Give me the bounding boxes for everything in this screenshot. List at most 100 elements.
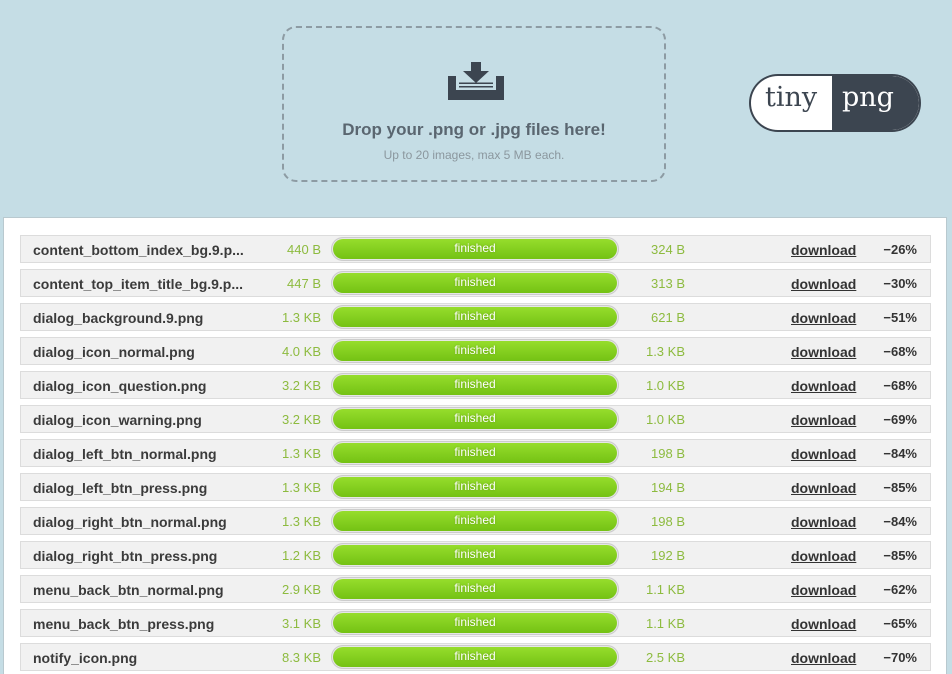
savings-percent: −26%	[883, 242, 917, 257]
original-size: 1.3 KB	[281, 446, 321, 461]
progress-status: finished	[454, 547, 496, 561]
original-size: 447 B	[287, 276, 321, 291]
file-row: dialog_left_btn_press.png 1.3 KB finishe…	[20, 473, 931, 501]
savings-percent: −30%	[883, 276, 917, 291]
progress-bar: finished	[331, 543, 619, 567]
download-link[interactable]: download	[791, 616, 856, 632]
compressed-size: 198 B	[651, 446, 685, 461]
file-row: menu_back_btn_normal.png 2.9 KB finished…	[20, 575, 931, 603]
file-row: menu_back_btn_press.png 3.1 KB finished …	[20, 609, 931, 637]
file-name: dialog_right_btn_normal.png	[33, 514, 227, 530]
progress-status: finished	[454, 581, 496, 595]
compressed-size: 313 B	[651, 276, 685, 291]
download-link[interactable]: download	[791, 378, 856, 394]
compressed-size: 1.0 KB	[645, 412, 685, 427]
file-name: notify_icon.png	[33, 650, 138, 666]
file-name: content_top_item_title_bg.9.p...	[33, 276, 244, 292]
savings-percent: −51%	[883, 310, 917, 325]
logo-png-text: png	[842, 82, 894, 113]
file-row: notify_icon.png 8.3 KB finished 2.5 KB d…	[20, 643, 931, 671]
progress-status: finished	[454, 479, 496, 493]
dropzone-subtitle: Up to 20 images, max 5 MB each.	[383, 148, 565, 162]
file-name: menu_back_btn_press.png	[33, 616, 215, 632]
original-size: 1.2 KB	[281, 548, 321, 563]
progress-status: finished	[454, 649, 496, 663]
savings-percent: −84%	[883, 514, 917, 529]
compressed-size: 1.1 KB	[645, 582, 685, 597]
upload-dropzone[interactable]: Drop your .png or .jpg files here! Up to…	[282, 26, 666, 182]
progress-status: finished	[454, 615, 496, 629]
progress-bar: finished	[331, 305, 619, 329]
file-row: content_bottom_index_bg.9.p... 440 B fin…	[20, 235, 931, 263]
file-row: dialog_background.9.png 1.3 KB finished …	[20, 303, 931, 331]
progress-bar: finished	[331, 577, 619, 601]
download-link[interactable]: download	[791, 480, 856, 496]
file-row: dialog_icon_question.png 3.2 KB finished…	[20, 371, 931, 399]
compressed-size: 194 B	[651, 480, 685, 495]
file-name: dialog_left_btn_press.png	[33, 480, 208, 496]
file-row: dialog_right_btn_normal.png 1.3 KB finis…	[20, 507, 931, 535]
original-size: 1.3 KB	[281, 310, 321, 325]
original-size: 440 B	[287, 242, 321, 257]
progress-bar: finished	[331, 237, 619, 261]
file-row: content_top_item_title_bg.9.p... 447 B f…	[20, 269, 931, 297]
original-size: 3.2 KB	[281, 378, 321, 393]
savings-percent: −68%	[883, 378, 917, 393]
logo-tiny-text: tiny	[765, 82, 818, 113]
original-size: 1.3 KB	[281, 514, 321, 529]
savings-percent: −68%	[883, 344, 917, 359]
progress-status: finished	[454, 343, 496, 357]
savings-percent: −84%	[883, 446, 917, 461]
progress-bar: finished	[331, 475, 619, 499]
download-link[interactable]: download	[791, 514, 856, 530]
download-link[interactable]: download	[791, 548, 856, 564]
file-name: dialog_icon_normal.png	[33, 344, 195, 360]
file-name: dialog_left_btn_normal.png	[33, 446, 217, 462]
compressed-size: 1.1 KB	[645, 616, 685, 631]
savings-percent: −85%	[883, 548, 917, 563]
progress-status: finished	[454, 513, 496, 527]
original-size: 8.3 KB	[281, 650, 321, 665]
compressed-size: 2.5 KB	[645, 650, 685, 665]
original-size: 1.3 KB	[281, 480, 321, 495]
savings-percent: −65%	[883, 616, 917, 631]
original-size: 4.0 KB	[281, 344, 321, 359]
file-row: dialog_icon_warning.png 3.2 KB finished …	[20, 405, 931, 433]
file-name: dialog_background.9.png	[33, 310, 204, 326]
download-link[interactable]: download	[791, 242, 856, 258]
compressed-size: 198 B	[651, 514, 685, 529]
savings-percent: −85%	[883, 480, 917, 495]
download-link[interactable]: download	[791, 582, 856, 598]
download-link[interactable]: download	[791, 412, 856, 428]
progress-bar: finished	[331, 645, 619, 669]
progress-bar: finished	[331, 611, 619, 635]
savings-percent: −62%	[883, 582, 917, 597]
file-name: dialog_icon_warning.png	[33, 412, 202, 428]
original-size: 2.9 KB	[281, 582, 321, 597]
progress-status: finished	[454, 241, 496, 255]
file-name: content_bottom_index_bg.9.p...	[33, 242, 244, 258]
progress-bar: finished	[331, 407, 619, 431]
logo-png-block: png	[832, 76, 919, 130]
file-row: dialog_icon_normal.png 4.0 KB finished 1…	[20, 337, 931, 365]
compressed-size: 324 B	[651, 242, 685, 257]
download-link[interactable]: download	[791, 446, 856, 462]
download-link[interactable]: download	[791, 650, 856, 666]
progress-bar: finished	[331, 441, 619, 465]
progress-bar: finished	[331, 339, 619, 363]
download-link[interactable]: download	[791, 276, 856, 292]
savings-percent: −70%	[883, 650, 917, 665]
file-name: dialog_right_btn_press.png	[33, 548, 218, 564]
progress-status: finished	[454, 309, 496, 323]
original-size: 3.2 KB	[281, 412, 321, 427]
file-name: dialog_icon_question.png	[33, 378, 207, 394]
progress-status: finished	[454, 445, 496, 459]
file-row: dialog_right_btn_press.png 1.2 KB finish…	[20, 541, 931, 569]
file-name: menu_back_btn_normal.png	[33, 582, 224, 598]
file-row: dialog_left_btn_normal.png 1.3 KB finish…	[20, 439, 931, 467]
compressed-size: 192 B	[651, 548, 685, 563]
download-tray-icon	[448, 62, 504, 100]
download-link[interactable]: download	[791, 344, 856, 360]
download-link[interactable]: download	[791, 310, 856, 326]
progress-bar: finished	[331, 373, 619, 397]
